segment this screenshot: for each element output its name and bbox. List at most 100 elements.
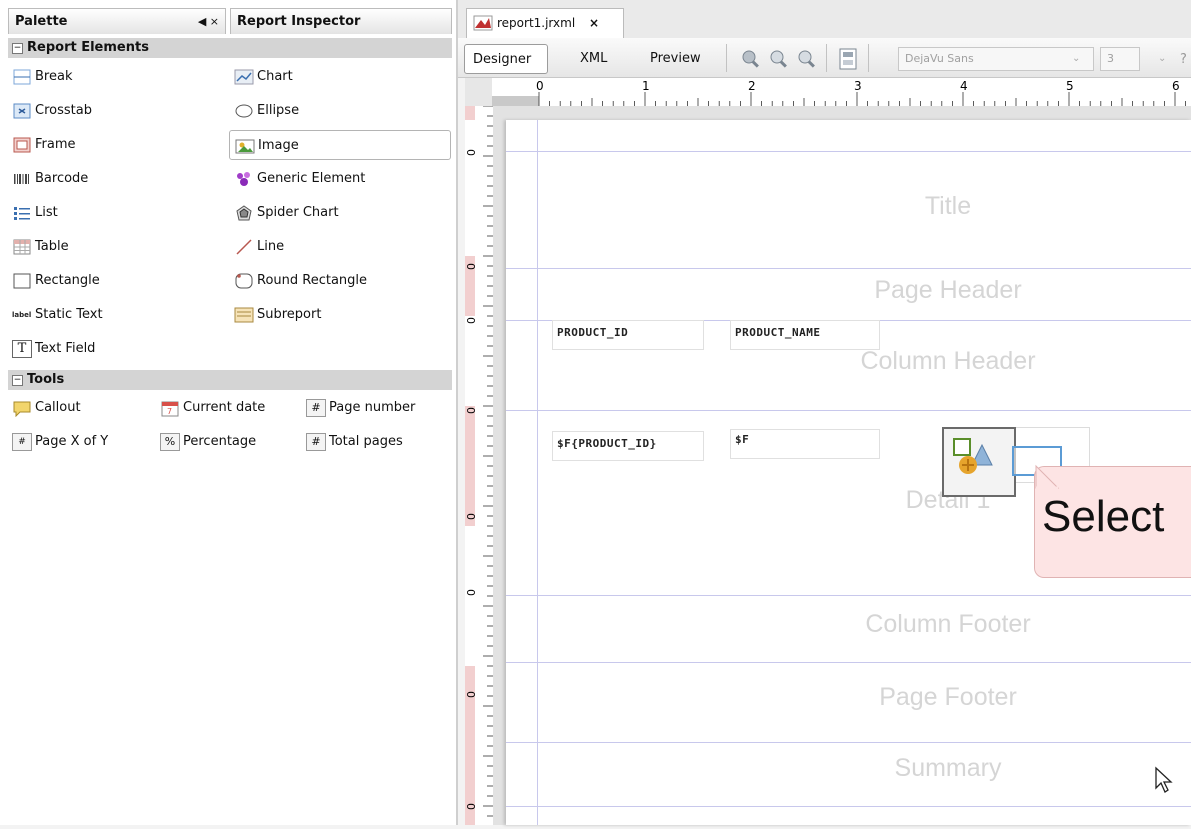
- ruler-label: 3: [854, 79, 862, 93]
- tool-label: Current date: [183, 400, 266, 415]
- align-icon[interactable]: [836, 46, 860, 76]
- page-number-icon: #: [306, 398, 326, 417]
- palette-item-label: Frame: [35, 137, 76, 152]
- frame-icon: [12, 136, 32, 154]
- band-separator[interactable]: [506, 151, 1191, 152]
- band-separator[interactable]: [506, 662, 1191, 663]
- ruler-label: 1: [642, 79, 650, 93]
- collapse-icon[interactable]: −: [12, 375, 23, 386]
- left-margin-line: [537, 120, 538, 825]
- palette-item-break[interactable]: Break: [12, 62, 72, 92]
- tab-report-inspector[interactable]: Report Inspector: [230, 8, 452, 34]
- palette-item-static-text[interactable]: label Static Text: [12, 300, 103, 330]
- band-separator[interactable]: [506, 806, 1191, 807]
- palette-item-table[interactable]: Table: [12, 232, 69, 262]
- static-text-product-id[interactable]: PRODUCT_ID: [552, 320, 704, 350]
- palette-item-crosstab[interactable]: Crosstab: [12, 96, 92, 126]
- band-separator[interactable]: [506, 595, 1191, 596]
- tools-section[interactable]: − Tools: [8, 370, 452, 390]
- ruler-label: 5: [1066, 79, 1074, 93]
- band-summary: Summary: [894, 754, 1002, 782]
- tool-label: Total pages: [329, 434, 403, 449]
- chevron-down-icon[interactable]: ⌄: [1072, 53, 1080, 64]
- palette-item-label: Crosstab: [35, 103, 92, 118]
- chevron-down-icon[interactable]: ⌄: [1158, 53, 1166, 64]
- band-separator[interactable]: [506, 268, 1191, 269]
- drag-image-icon[interactable]: [942, 427, 1016, 497]
- palette-item-rectangle[interactable]: Rectangle: [12, 266, 100, 296]
- callout-pointer: [1035, 464, 1060, 490]
- palette-item-subreport[interactable]: Subreport: [234, 300, 321, 330]
- ruler-label: 0: [465, 407, 478, 414]
- tab-report1-jrxml[interactable]: report1.jrxml ×: [466, 8, 624, 38]
- zoom-out-icon[interactable]: [796, 48, 818, 74]
- chart-icon: [234, 68, 254, 86]
- palette-item-label: Text Field: [35, 341, 96, 356]
- tool-page-x-of-y[interactable]: # Page X of Y: [12, 427, 108, 457]
- doc-tab-label: report1.jrxml: [497, 16, 576, 30]
- palette-item-chart[interactable]: Chart: [234, 62, 293, 92]
- ruler-label: 0: [465, 589, 478, 596]
- band-column-footer: Column Footer: [865, 610, 1031, 638]
- tab-xml[interactable]: XML: [572, 44, 615, 74]
- ruler-corner: [465, 78, 492, 106]
- line-icon: [234, 238, 254, 256]
- page-x-of-y-icon: #: [12, 432, 32, 451]
- band-separator[interactable]: [506, 742, 1191, 743]
- tool-percentage[interactable]: % Percentage: [160, 427, 256, 457]
- svg-text:7: 7: [167, 407, 172, 416]
- image-icon: [235, 137, 255, 155]
- tool-label: Callout: [35, 400, 81, 415]
- tab-designer[interactable]: Designer: [464, 44, 548, 74]
- horizontal-ruler[interactable]: 0 1 2 3 4 5 6: [492, 78, 1191, 107]
- tool-callout[interactable]: Callout: [12, 393, 81, 423]
- close-tab-icon[interactable]: ×: [589, 16, 599, 30]
- horizontal-ruler-ticks: 0 1 2 3 4 5 6: [492, 79, 1186, 106]
- zoom-fit-icon[interactable]: [740, 48, 762, 74]
- tab-preview[interactable]: Preview: [642, 44, 709, 74]
- palette-item-barcode[interactable]: Barcode: [12, 164, 88, 194]
- report-inspector-tab-label: Report Inspector: [237, 14, 361, 29]
- tool-page-number[interactable]: # Page number: [306, 393, 415, 423]
- ruler-label: 0: [465, 149, 478, 156]
- font-name-combo[interactable]: DejaVu Sans: [898, 47, 1094, 71]
- tab-palette[interactable]: Palette ◀ ×: [8, 8, 226, 34]
- palette-item-round-rectangle[interactable]: Round Rectangle: [234, 266, 367, 296]
- ruler-label: 0: [536, 79, 544, 93]
- ruler-label: 0: [465, 317, 478, 324]
- vertical-ruler[interactable]: 0 0 0 0 0 0 0 0: [465, 105, 494, 826]
- ruler-label: 0: [465, 691, 478, 698]
- spider-chart-icon: [234, 204, 254, 222]
- ruler-label: 0: [465, 803, 478, 810]
- zoom-in-icon[interactable]: [768, 48, 790, 74]
- palette-item-spider-chart[interactable]: Spider Chart: [234, 198, 339, 228]
- ruler-band-marker: [465, 666, 475, 826]
- tool-current-date[interactable]: 7 Current date: [160, 393, 265, 423]
- static-text-product-name[interactable]: PRODUCT_NAME: [730, 320, 880, 350]
- band-separator[interactable]: [506, 410, 1191, 411]
- palette-item-image[interactable]: Image: [229, 130, 451, 160]
- text-field-product-name[interactable]: $F: [730, 429, 880, 459]
- palette-item-line[interactable]: Line: [234, 232, 284, 262]
- font-size-combo[interactable]: 3: [1100, 47, 1140, 71]
- font-name-value: DejaVu Sans: [905, 52, 974, 65]
- palette-item-text-field[interactable]: T Text Field: [12, 334, 95, 364]
- total-pages-icon: #: [306, 432, 326, 451]
- palette-item-list[interactable]: List: [12, 198, 58, 228]
- palette-item-label: Ellipse: [257, 103, 300, 118]
- palette-item-generic-element[interactable]: Generic Element: [234, 164, 365, 194]
- vertical-ruler-ticks: 0 0 0 0 0 0 0 0: [465, 105, 493, 826]
- report-elements-title: Report Elements: [27, 40, 149, 55]
- palette-item-ellipse[interactable]: Ellipse: [234, 96, 299, 126]
- tools-title: Tools: [27, 372, 65, 387]
- report-elements-section[interactable]: − Report Elements: [8, 38, 452, 58]
- ruler-label: 4: [960, 79, 968, 93]
- text-field-product-id[interactable]: $F{PRODUCT_ID}: [552, 431, 704, 461]
- ellipse-icon: [234, 102, 254, 120]
- more-icon[interactable]: ?: [1180, 52, 1187, 67]
- palette-tab-controls[interactable]: ◀ ×: [198, 9, 219, 35]
- tool-total-pages[interactable]: # Total pages: [306, 427, 403, 457]
- collapse-icon[interactable]: −: [12, 43, 23, 54]
- palette-item-frame[interactable]: Frame: [12, 130, 76, 160]
- rectangle-icon: [12, 272, 32, 290]
